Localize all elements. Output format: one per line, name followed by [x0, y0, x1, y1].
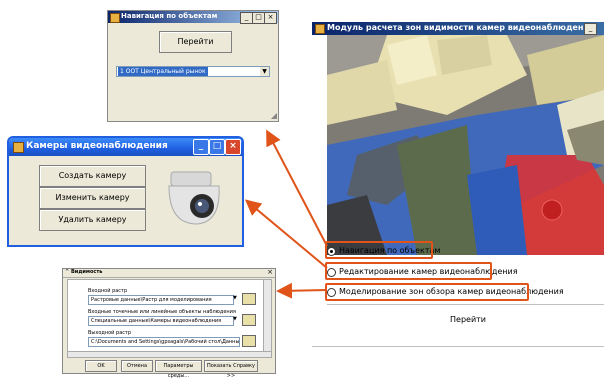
- cameras-window-title: Камеры видеонаблюдения: [26, 141, 168, 151]
- module-window-title: Модуль расчета зон видимости камер видео…: [327, 23, 595, 32]
- input-raster-label: Входной растр: [88, 288, 128, 294]
- cameras-window: Камеры видеонаблюдения _ □ × Создать кам…: [7, 136, 244, 247]
- city-3d-view[interactable]: [327, 35, 604, 255]
- highlight-edit: [325, 262, 492, 280]
- nav-go-button[interactable]: Перейти: [159, 31, 232, 53]
- edit-camera-button[interactable]: Изменить камеру: [39, 187, 146, 209]
- minimize-icon[interactable]: _: [193, 139, 209, 155]
- nav-window-title: Навигация по объектам: [121, 12, 218, 20]
- folder-icon[interactable]: [242, 293, 256, 305]
- object-select-value: 1 ООТ Центральный рынок: [118, 67, 208, 76]
- module-go-button[interactable]: Перейти: [450, 315, 486, 324]
- cancel-button[interactable]: Отмена: [121, 360, 153, 372]
- chevron-down-icon[interactable]: ▼: [233, 295, 237, 301]
- chevron-down-icon: ^: [65, 269, 70, 275]
- minimize-icon[interactable]: _: [584, 23, 597, 35]
- resize-grip-icon[interactable]: ◢: [271, 111, 277, 120]
- maximize-icon[interactable]: □: [209, 139, 225, 155]
- delete-camera-button[interactable]: Удалить камеру: [39, 209, 146, 231]
- output-raster-label: Выходной растр: [88, 330, 132, 336]
- object-select[interactable]: 1 ООТ Центральный рынок ▼: [116, 66, 270, 77]
- module-window: Модуль расчета зон видимости камер видео…: [312, 22, 604, 352]
- visibility-dialog-titlebar[interactable]: ^ Видимость ×: [63, 268, 275, 278]
- input-raster-field[interactable]: Растровые данные\Растр для моделирования: [88, 295, 234, 305]
- close-icon[interactable]: ×: [225, 139, 241, 155]
- app-icon: [315, 24, 325, 34]
- dialog-body: Входной растр Растровые данные\Растр для…: [67, 279, 265, 353]
- chevron-down-icon[interactable]: ▼: [233, 316, 237, 322]
- city-scene-icon: [327, 35, 604, 255]
- chevron-down-icon[interactable]: ▼: [260, 67, 269, 76]
- folder-icon[interactable]: [242, 335, 256, 347]
- output-raster-field[interactable]: C:\Documents and Settings\gpsagals\Рабоч…: [88, 337, 240, 347]
- highlight-nav: [325, 241, 433, 259]
- nav-window-titlebar[interactable]: Навигация по объектам _ □ ×: [108, 11, 278, 24]
- close-icon[interactable]: ×: [267, 268, 273, 276]
- vertical-scrollbar[interactable]: [263, 279, 272, 353]
- nav-window: Навигация по объектам _ □ × Перейти 1 ОО…: [107, 10, 279, 122]
- input-features-field[interactable]: Специальные данные\Камеры видеонаблюдени…: [88, 316, 234, 326]
- separator: [327, 304, 604, 305]
- separator: [312, 346, 604, 347]
- visibility-dialog: ^ Видимость × Входной растр Растровые да…: [62, 268, 276, 379]
- cameras-window-titlebar[interactable]: Камеры видеонаблюдения _ □ ×: [9, 138, 242, 156]
- close-icon[interactable]: ×: [264, 12, 277, 24]
- create-camera-button[interactable]: Создать камеру: [39, 165, 146, 187]
- highlight-model: [325, 283, 529, 301]
- module-window-titlebar[interactable]: Модуль расчета зон видимости камер видео…: [312, 22, 604, 35]
- app-icon: [110, 13, 120, 23]
- dome-camera-icon: [168, 171, 220, 225]
- show-help-button[interactable]: Показать Справку >>: [204, 360, 258, 379]
- environment-button[interactable]: Параметры среды...: [155, 360, 202, 379]
- input-features-label: Входные точечные или линейные объекты на…: [88, 309, 236, 315]
- ok-button[interactable]: OK: [85, 360, 117, 372]
- folder-icon[interactable]: [242, 314, 256, 326]
- visibility-dialog-title: Видимость: [71, 269, 103, 275]
- horizontal-scrollbar[interactable]: [67, 351, 272, 358]
- app-icon: [13, 142, 24, 153]
